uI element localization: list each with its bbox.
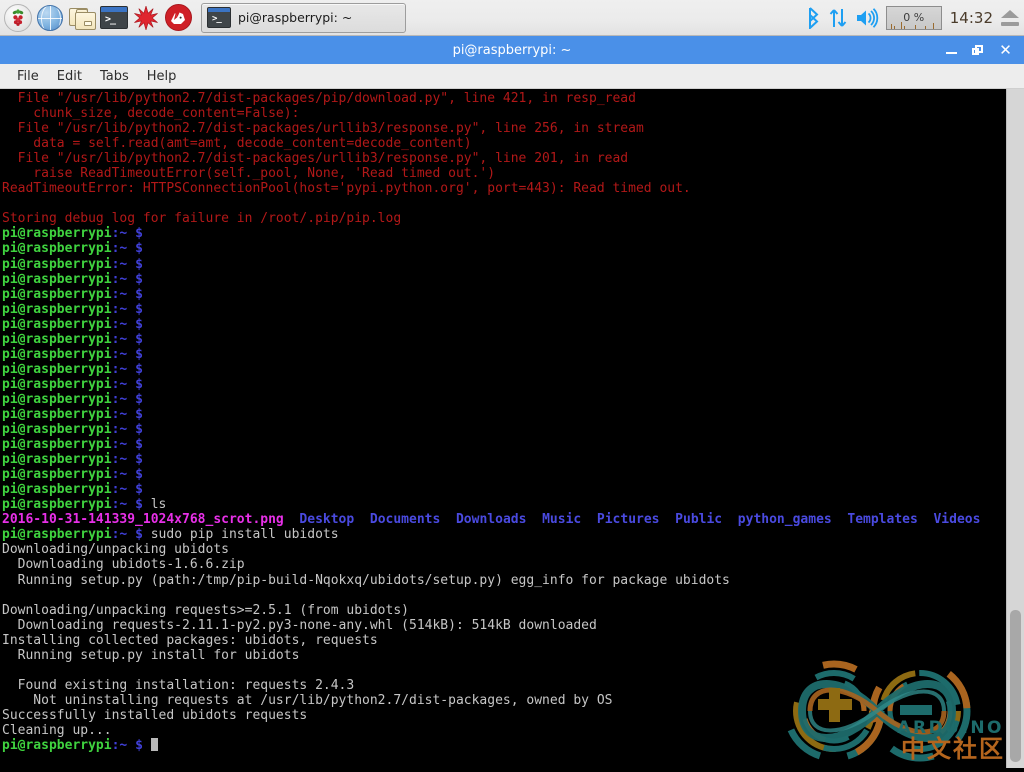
menu-help[interactable]: Help [138,66,186,87]
mathematica-icon[interactable] [131,3,161,33]
taskbar-window-button-label: pi@raspberrypi: ~ [238,10,353,25]
file-manager-icon[interactable] [67,3,97,33]
menu-tabs[interactable]: Tabs [91,66,138,87]
terminal-icon[interactable]: >_ [99,3,129,33]
clock[interactable]: 14:32 [949,9,994,27]
minimize-button[interactable] [945,44,958,57]
eject-icon[interactable] [1001,9,1019,26]
volume-icon[interactable] [855,7,879,28]
terminal-scrollbar[interactable] [1006,89,1024,768]
maximize-button[interactable] [972,44,985,57]
menu-file[interactable]: File [8,66,48,87]
taskbar: >_ >_ pi@raspberrypi: ~ 0 % 14:32 [0,0,1024,36]
bluetooth-icon[interactable] [806,6,821,29]
taskbar-window-button-terminal[interactable]: >_ pi@raspberrypi: ~ [201,2,406,33]
window-titlebar[interactable]: pi@raspberrypi: ~ ✕ [0,36,1024,64]
network-updown-icon[interactable] [828,7,848,29]
cpu-monitor-label: 0 % [903,11,925,24]
terminal-output[interactable]: File "/usr/lib/python2.7/dist-packages/p… [0,89,1006,768]
terminal-icon: >_ [207,6,231,30]
menu-edit[interactable]: Edit [48,66,91,87]
cpu-monitor-widget[interactable]: 0 % [885,5,942,30]
system-tray: 0 % 14:32 [806,5,1024,30]
window-controls: ✕ [945,42,1024,57]
wolfram-icon[interactable] [163,3,193,33]
web-browser-icon[interactable] [35,3,65,33]
terminal-viewport: File "/usr/lib/python2.7/dist-packages/p… [0,89,1024,768]
close-button[interactable]: ✕ [999,42,1012,57]
scrollbar-thumb[interactable] [1010,610,1021,762]
window-title: pi@raspberrypi: ~ [452,42,572,58]
menubar: File Edit Tabs Help [0,64,1024,89]
taskbar-launchers: >_ [0,3,193,33]
raspberry-menu-icon[interactable] [3,3,33,33]
